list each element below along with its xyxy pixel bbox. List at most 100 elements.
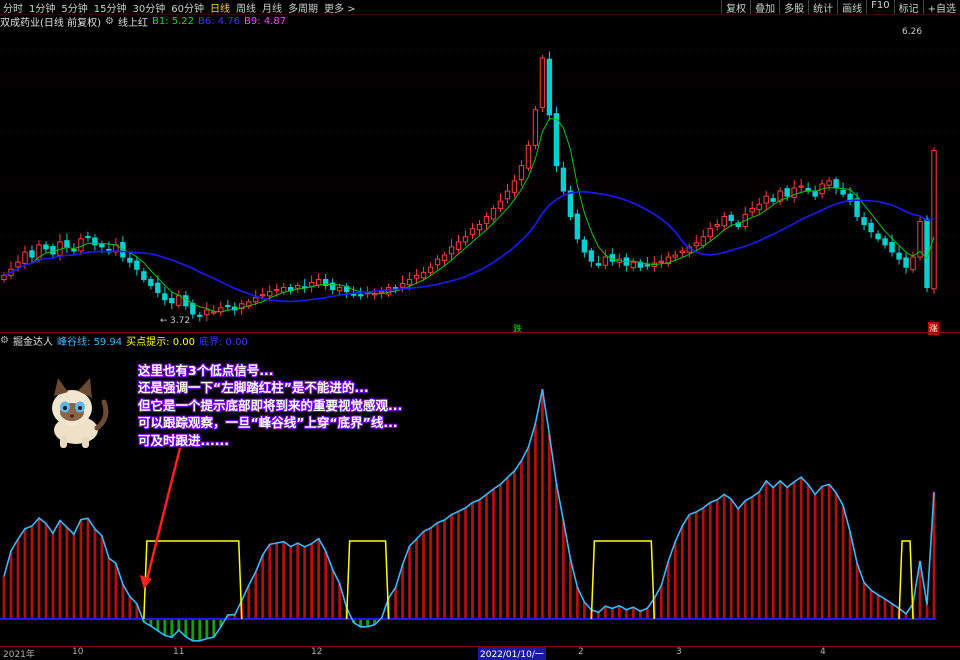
- b9-value: B9: 4.87: [244, 15, 287, 27]
- indicator-name[interactable]: 线上红: [118, 14, 148, 29]
- f10-button[interactable]: F10: [866, 0, 893, 14]
- candle: [92, 234, 98, 251]
- indicator-bar: [310, 543, 314, 619]
- candle: [511, 174, 518, 198]
- indicator-bar: [785, 487, 789, 619]
- overlay-button[interactable]: 叠加: [750, 0, 779, 15]
- zhang-tag: 涨: [928, 322, 940, 335]
- indicator-bar: [848, 531, 852, 619]
- period-tab[interactable]: 1分钟: [26, 0, 58, 15]
- indicator-bar: [841, 505, 845, 619]
- axis-label: 12: [311, 647, 323, 657]
- axis-label: 10: [72, 647, 84, 657]
- b6-value: B6: 4.76: [198, 15, 241, 27]
- candle: [225, 299, 231, 311]
- candle: [322, 273, 329, 290]
- indicator-bar: [645, 608, 649, 619]
- indicator-bar: [534, 423, 537, 619]
- indicator-bar: [422, 531, 425, 619]
- indicator-bar: [191, 619, 195, 641]
- candle: [329, 278, 336, 295]
- indicator-bar: [366, 619, 370, 627]
- candle: [770, 193, 776, 205]
- period-tab-daily[interactable]: 日线: [207, 0, 233, 15]
- period-tab[interactable]: 月线: [259, 0, 285, 15]
- indicator-bar: [51, 533, 55, 619]
- candle: [623, 253, 630, 272]
- indicator-bar: [9, 550, 13, 619]
- period-tab[interactable]: 60分钟: [168, 0, 207, 15]
- indicator-bar: [303, 546, 307, 619]
- candle: [476, 219, 483, 236]
- gear-icon[interactable]: ⚙: [0, 335, 9, 346]
- indicator-bar: [568, 558, 572, 619]
- axis-label: 3: [676, 647, 682, 657]
- indicator-bar: [429, 528, 432, 619]
- candle: [903, 251, 909, 274]
- indicator-bar: [415, 538, 418, 619]
- indicator-bar: [254, 571, 258, 619]
- axis-label-selected[interactable]: 2022/01/10/一: [478, 647, 546, 660]
- indicator-bar: [687, 514, 691, 619]
- draw-line-button[interactable]: 画线: [837, 0, 866, 15]
- indicator-bar: [198, 619, 202, 641]
- period-tab-more[interactable]: 更多 >: [321, 0, 359, 15]
- indicator-bar: [394, 587, 397, 619]
- indicator-bar: [638, 611, 642, 619]
- candle: [343, 283, 350, 298]
- period-tab[interactable]: 15分钟: [91, 0, 130, 15]
- candle: [357, 287, 364, 300]
- period-tab[interactable]: 分时: [0, 0, 26, 15]
- mark-button[interactable]: 标记: [893, 0, 923, 15]
- adjust-button[interactable]: 复权: [721, 0, 750, 15]
- add-watchlist-button[interactable]: +自选: [922, 0, 960, 15]
- candle: [462, 230, 469, 246]
- period-tab[interactable]: 5分钟: [58, 0, 90, 15]
- low-price-arrow: ←: [160, 316, 168, 326]
- indicator-bar: [401, 564, 404, 619]
- indicator-bar: [666, 561, 670, 619]
- indicator-bar: [37, 517, 41, 619]
- indicator-bar: [806, 484, 810, 619]
- cat-sticker: [52, 378, 109, 448]
- buy-signal: [143, 540, 243, 620]
- indicator-bar: [778, 480, 782, 619]
- time-axis: 2021年 10 11 12 2022/01/10/一 2 3 4: [0, 646, 960, 660]
- period-tab[interactable]: 多周期: [285, 0, 321, 15]
- annotation-line: 可及时跟进......: [138, 432, 229, 448]
- candle: [197, 312, 203, 322]
- candle: [707, 222, 713, 241]
- candle: [826, 177, 832, 191]
- period-tab[interactable]: 周线: [233, 0, 259, 15]
- candle: [113, 237, 119, 256]
- gear-icon[interactable]: ⚙: [105, 16, 114, 27]
- multi-stock-button[interactable]: 多股: [779, 0, 808, 15]
- candle: [176, 290, 182, 309]
- period-tab[interactable]: 30分钟: [129, 0, 168, 15]
- indicator-bar: [555, 483, 558, 619]
- indicator-bar: [736, 508, 740, 619]
- candle: [29, 245, 35, 264]
- candle: [798, 178, 804, 194]
- main-info-row: 双成药业(日线 前复权) ⚙ 线上红 B1: 5.22 B6: 4.76 B9:…: [0, 14, 290, 29]
- indicator-bar: [771, 487, 775, 619]
- price-chart[interactable]: [0, 28, 960, 332]
- candle: [749, 201, 755, 217]
- candle: [490, 205, 497, 222]
- indicator-bar: [561, 520, 565, 619]
- indicator-bar: [764, 480, 768, 619]
- candle: [742, 206, 748, 231]
- candle: [763, 190, 769, 210]
- indicator-bar: [471, 502, 474, 619]
- toolbar-right-group: 复权 叠加 多股 统计 画线 F10 标记 +自选: [721, 0, 960, 15]
- stats-button[interactable]: 统计: [808, 0, 837, 15]
- candle: [735, 219, 741, 230]
- candle: [8, 261, 14, 280]
- indicator-bar: [79, 519, 83, 619]
- candle: [434, 255, 441, 270]
- candle: [931, 147, 937, 295]
- candle: [875, 230, 881, 242]
- ma-long-line: [3, 190, 935, 303]
- indicator-bar: [827, 484, 831, 619]
- indicator-bar: [708, 502, 712, 619]
